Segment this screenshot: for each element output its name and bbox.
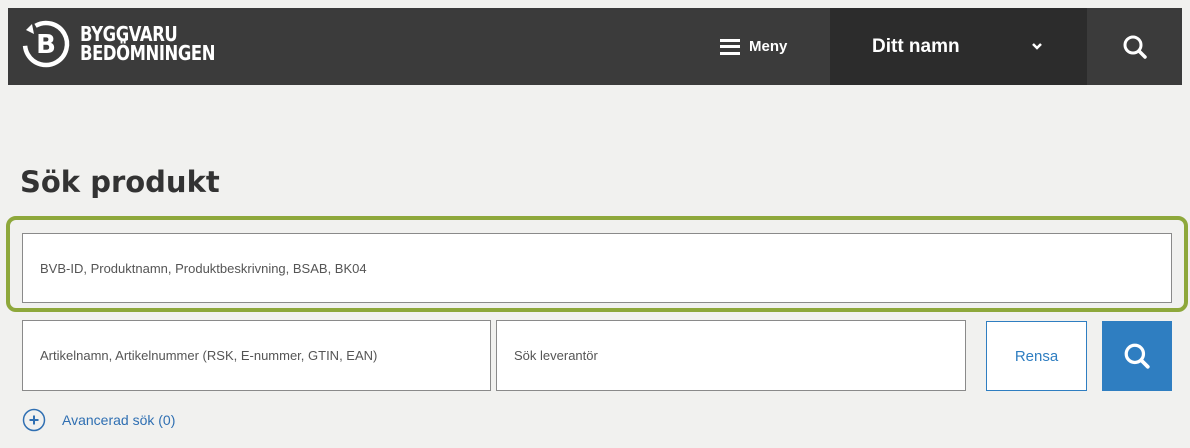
top-navigation-bar: B BYGGVARU BEDÖMNINGEN Meny Ditt namn — [8, 8, 1182, 85]
hamburger-icon — [720, 38, 740, 55]
product-search-input[interactable]: BVB-ID, Produktnamn, Produktbeskrivning,… — [22, 233, 1172, 303]
logo-letter: B — [36, 30, 56, 60]
advanced-search-toggle[interactable]: Avancerad sök (0) — [22, 408, 175, 432]
supplier-search-input[interactable]: Sök leverantör — [496, 320, 966, 391]
advanced-search-label: Avancerad sök (0) — [62, 412, 176, 428]
logo[interactable]: B BYGGVARU BEDÖMNINGEN — [18, 16, 245, 72]
logo-icon: B — [22, 20, 70, 68]
plus-circle-icon — [22, 408, 46, 432]
header-search-button[interactable] — [1087, 8, 1182, 85]
logo-line-2: BEDÖMNINGEN — [80, 41, 216, 65]
clear-button[interactable]: Rensa — [986, 321, 1087, 391]
logo-wordmark: BYGGVARU BEDÖMNINGEN — [80, 24, 216, 65]
user-menu-button[interactable]: Ditt namn — [830, 8, 1087, 85]
article-search-input[interactable]: Artikelnamn, Artikelnummer (RSK, E-numme… — [22, 320, 491, 391]
chevron-down-icon — [1032, 43, 1042, 50]
search-icon — [1124, 343, 1150, 369]
menu-button[interactable]: Meny — [720, 8, 787, 85]
search-icon — [1123, 35, 1147, 59]
user-name: Ditt namn — [872, 35, 960, 57]
page-title: Sök produkt — [20, 165, 220, 199]
menu-label: Meny — [749, 38, 788, 55]
search-button[interactable] — [1102, 321, 1172, 391]
